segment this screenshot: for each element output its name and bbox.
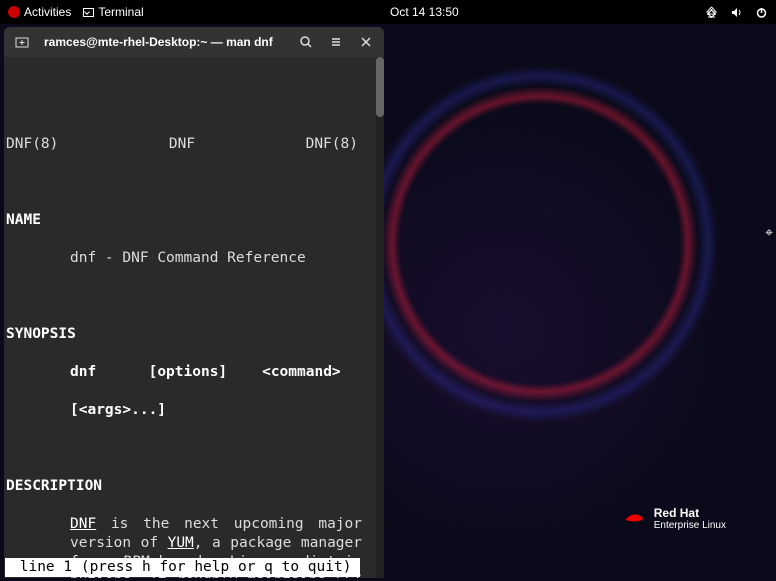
topbar-left: Activities Terminal: [8, 5, 144, 19]
power-icon: [755, 6, 768, 19]
redhat-text: Red Hat Enterprise Linux: [654, 506, 726, 531]
terminal-window: ramces@mte-rhel-Desktop:~ — man dnf DNF(…: [4, 27, 384, 578]
clock-text: Oct 14 13:50: [390, 5, 459, 19]
syn-dnf: dnf: [70, 364, 96, 380]
distro-icon: [8, 6, 20, 18]
desc-yum-link: YUM: [168, 535, 194, 551]
window-titlebar[interactable]: ramces@mte-rhel-Desktop:~ — man dnf: [4, 27, 384, 57]
clock-button[interactable]: Oct 14 13:50: [390, 5, 459, 19]
name-sep: -: [96, 250, 122, 266]
redhat-line2: Enterprise Linux: [654, 520, 726, 531]
section-name: NAME: [6, 211, 383, 230]
syn-options: [options]: [149, 364, 228, 380]
window-title: ramces@mte-rhel-Desktop:~ — man dnf: [40, 35, 288, 49]
redhat-hat-icon: [622, 507, 646, 531]
pager-statusline: line 1 (press h for help or q to quit): [5, 558, 360, 577]
wallpaper-swirl: [360, 64, 720, 424]
mouse-cursor: ⌖: [765, 224, 773, 241]
close-button[interactable]: [354, 30, 378, 54]
desc-dnf-link: DNF: [70, 516, 96, 532]
syn-args: [<args>...]: [70, 402, 166, 418]
terminal-label: Terminal: [98, 5, 143, 19]
search-button[interactable]: [294, 30, 318, 54]
network-icon: [705, 6, 718, 19]
syn-command: <command>: [262, 364, 341, 380]
terminal-icon: [83, 8, 94, 17]
name-desc: DNF Command Reference: [122, 250, 305, 266]
gnome-topbar: Activities Terminal Oct 14 13:50: [0, 0, 776, 24]
section-description: DESCRIPTION: [6, 477, 383, 496]
volume-icon: [730, 6, 743, 19]
system-tray[interactable]: [705, 6, 768, 19]
scrollbar-thumb[interactable]: [376, 57, 384, 117]
scrollbar[interactable]: [376, 57, 384, 578]
man-page-content: DNF(8) DNF DNF(8) NAME dnf - DNF Command R…: [5, 116, 383, 578]
new-tab-button[interactable]: [10, 30, 34, 54]
menu-button[interactable]: [324, 30, 348, 54]
activities-label: Activities: [24, 5, 71, 19]
man-header-right: DNF(8): [306, 135, 358, 154]
redhat-line1: Red Hat: [654, 506, 699, 520]
terminal-viewport[interactable]: DNF(8) DNF DNF(8) NAME dnf - DNF Command R…: [4, 57, 384, 578]
redhat-branding: Red Hat Enterprise Linux: [622, 506, 726, 531]
activities-button[interactable]: Activities: [8, 5, 71, 19]
name-dnf: dnf: [70, 250, 96, 266]
man-header-center: DNF: [169, 135, 195, 154]
man-header-left: DNF(8): [6, 135, 58, 154]
app-menu-terminal[interactable]: Terminal: [83, 5, 143, 19]
section-synopsis: SYNOPSIS: [6, 325, 383, 344]
